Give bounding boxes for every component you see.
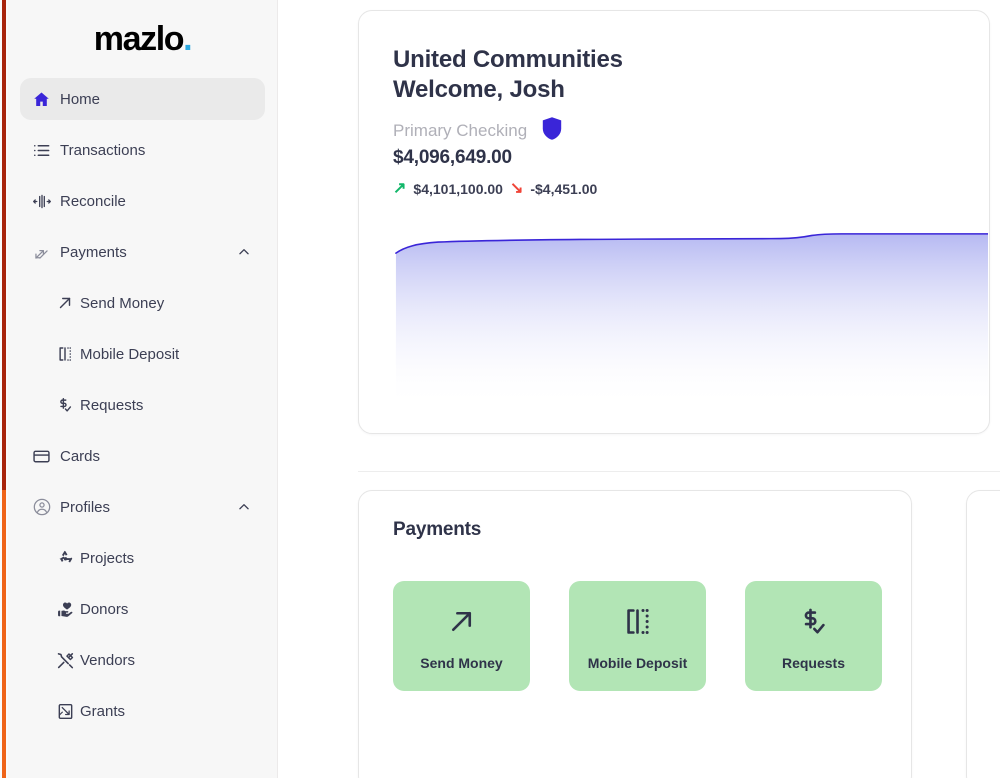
credit-card-icon: [32, 447, 60, 466]
sidebar-item-label: Payments: [60, 243, 127, 261]
send-money-tile[interactable]: Send Money: [393, 581, 530, 691]
app-root: mazlo. Home Transactions Reconcile Payme…: [0, 0, 1000, 778]
sidebar-item-reconcile[interactable]: Reconcile: [20, 180, 265, 222]
home-icon: [32, 90, 60, 109]
chevron-up-icon[interactable]: [235, 500, 253, 514]
sidebar-item-label: Mobile Deposit: [80, 345, 180, 363]
payments-icon: [32, 243, 60, 262]
brand-logo[interactable]: mazlo.: [8, 0, 277, 78]
sidebar-item-grants[interactable]: Grants: [38, 690, 265, 732]
sidebar-item-mobile-deposit[interactable]: Mobile Deposit: [38, 333, 265, 375]
arrow-up-right-icon: [50, 294, 80, 312]
trend-up-value: $4,101,100.00: [413, 180, 503, 197]
request-money-icon: [797, 601, 830, 641]
request-money-icon: [50, 396, 80, 414]
sidebar-item-projects[interactable]: Projects: [38, 537, 265, 579]
projects-icon: [50, 549, 80, 568]
sidebar-item-label: Profiles: [60, 498, 111, 516]
sidebar-item-label: Donors: [80, 600, 129, 618]
brand-name: mazlo: [93, 20, 185, 58]
payments-actions: Send Money Mobile Deposit Requests: [359, 541, 911, 691]
sidebar-item-label: Transactions: [60, 141, 146, 159]
brand-dot: .: [183, 20, 192, 58]
edge-accent-bottom: [2, 490, 6, 778]
edge-accent-top: [2, 0, 6, 490]
sidebar-item-label: Projects: [80, 549, 135, 567]
welcome-message: Welcome, Josh: [393, 76, 565, 104]
requests-tile[interactable]: Requests: [745, 581, 882, 691]
sidebar-item-label: Cards: [60, 447, 101, 465]
account-summary-card: United Communities Welcome, Josh Primary…: [358, 10, 990, 434]
sidebar-item-label: Grants: [80, 702, 126, 720]
sidebar-item-label: Requests: [80, 396, 144, 414]
sidebar-subnav-payments: Send Money Mobile Deposit Requests: [20, 282, 265, 426]
sidebar-item-label: Reconcile: [60, 192, 126, 210]
user-circle-icon: [32, 497, 60, 517]
sidebar-item-label: Vendors: [80, 651, 136, 669]
mobile-deposit-icon: [50, 345, 80, 363]
vendors-icon: [50, 651, 80, 670]
payments-card: Payments Send Money Mobile Deposit Reque…: [358, 490, 912, 778]
reconcile-icon: [32, 192, 60, 211]
shield-icon: [541, 116, 563, 146]
sidebar-item-label: Home: [60, 90, 101, 108]
sidebar-item-profiles[interactable]: Profiles: [20, 486, 265, 528]
balance-chart-svg: [377, 233, 988, 408]
arrow-up-right-icon: [445, 601, 478, 641]
arrow-trend-up-icon: ↗: [393, 179, 407, 197]
balance-trend-row: ↗ $4,101,100.00 ↘ -$4,451.00: [393, 179, 955, 197]
secondary-card: [966, 490, 1000, 778]
balance-area-chart: [377, 233, 988, 408]
sidebar: mazlo. Home Transactions Reconcile Payme…: [8, 0, 278, 778]
tile-label: Mobile Deposit: [587, 655, 688, 671]
sidebar-item-send-money[interactable]: Send Money: [38, 282, 265, 324]
window-edge-strip: [0, 0, 8, 778]
chevron-up-icon[interactable]: [235, 245, 253, 259]
mobile-deposit-tile[interactable]: Mobile Deposit: [569, 581, 706, 691]
sidebar-item-vendors[interactable]: Vendors: [38, 639, 265, 681]
account-card-body: United Communities Welcome, Josh Primary…: [359, 11, 989, 197]
sidebar-item-cards[interactable]: Cards: [20, 435, 265, 477]
list-icon: [32, 141, 60, 160]
sidebar-item-label: Send Money: [80, 294, 165, 312]
main-content: United Communities Welcome, Josh Primary…: [279, 0, 1000, 778]
section-divider: [358, 471, 1000, 472]
sidebar-subnav-profiles: Projects Donors Vendors Grants: [20, 537, 265, 732]
chart-area-fill: [395, 233, 988, 408]
payments-card-title: Payments: [393, 519, 482, 540]
mobile-deposit-icon: [621, 601, 654, 641]
grants-icon: [50, 702, 80, 721]
sidebar-item-transactions[interactable]: Transactions: [20, 129, 265, 171]
sidebar-nav: Home Transactions Reconcile Payments Sen…: [8, 78, 277, 732]
donors-icon: [50, 600, 80, 619]
account-label-row: Primary Checking: [393, 116, 955, 146]
sidebar-item-home[interactable]: Home: [20, 78, 265, 120]
sidebar-item-payments[interactable]: Payments: [20, 231, 265, 273]
page-title: United Communities Welcome, Josh: [393, 45, 955, 106]
tile-label: Requests: [781, 655, 846, 671]
sidebar-item-requests[interactable]: Requests: [38, 384, 265, 426]
account-balance: $4,096,649.00: [393, 146, 512, 168]
tile-label: Send Money: [420, 655, 503, 671]
account-label: Primary Checking: [393, 120, 528, 140]
organization-name: United Communities: [393, 46, 623, 73]
trend-down-value: -$4,451.00: [530, 180, 598, 197]
arrow-trend-down-icon: ↘: [509, 179, 524, 197]
sidebar-item-donors[interactable]: Donors: [38, 588, 265, 630]
